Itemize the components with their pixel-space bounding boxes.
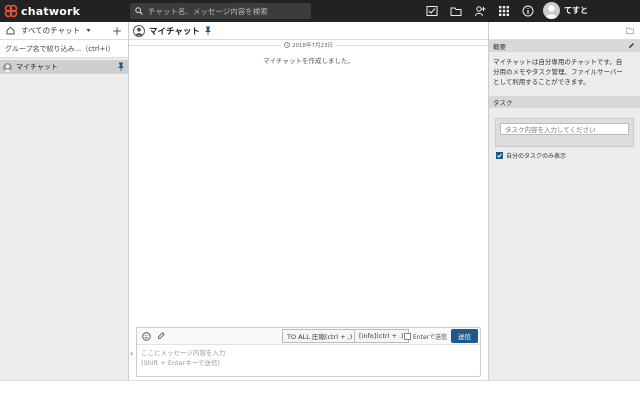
avatar bbox=[543, 2, 560, 19]
room-name: マイチャット bbox=[16, 63, 58, 71]
add-contact-icon bbox=[475, 6, 486, 17]
right-panel: 概要 マイチャットは自分専用のチャットです。自 分用のメモやタスク管理、ファイル… bbox=[488, 22, 640, 380]
apps-button[interactable] bbox=[492, 0, 516, 22]
bottom-strip bbox=[0, 380, 640, 400]
chat-avatar bbox=[133, 24, 145, 37]
chat-header: マイチャット bbox=[129, 22, 488, 40]
file-button[interactable] bbox=[444, 0, 468, 22]
task-header: タスク bbox=[489, 96, 640, 108]
apps-grid-icon bbox=[499, 6, 509, 16]
message-input[interactable]: ここにメッセージ内容を入力 (Shift + Enterキーで送信) bbox=[137, 345, 480, 371]
to-all-button[interactable]: TO ALL 圧縮(ctrl + ,) bbox=[282, 329, 358, 343]
only-my-tasks-label: 自分のタスクのみ表示 bbox=[506, 153, 567, 160]
search-placeholder: チャット名、メッセージ内容を検索 bbox=[148, 6, 268, 16]
folder-icon[interactable] bbox=[626, 27, 634, 34]
caret-down-icon bbox=[86, 29, 91, 32]
enter-to-send-label: Enterで送信 bbox=[413, 334, 448, 341]
top-icons bbox=[420, 0, 540, 22]
room-avatar bbox=[3, 62, 12, 72]
add-chat-button[interactable]: + bbox=[112, 24, 122, 38]
user-avatar-icon bbox=[545, 5, 558, 19]
chat-filter-dropdown[interactable]: すべてのチャット + bbox=[0, 22, 128, 40]
user-avatar-icon bbox=[133, 24, 145, 37]
clock-icon bbox=[284, 42, 290, 48]
contacts-button[interactable] bbox=[468, 0, 492, 22]
user-name: てすと bbox=[564, 6, 588, 15]
date-label-wrap: 2018年7月23日 bbox=[281, 41, 336, 49]
overview-line: 分用のメモやタスク管理、ファイルサーバー bbox=[493, 68, 623, 76]
info-tag-button[interactable]: [info](ctrl + .) bbox=[354, 329, 409, 343]
search-input[interactable]: チャット名、メッセージ内容を検索 bbox=[130, 3, 311, 19]
overview-text: マイチャットは自分専用のチャットです。自 分用のメモやタスク管理、ファイルサーバ… bbox=[489, 52, 640, 92]
pin-icon[interactable] bbox=[204, 26, 212, 35]
message-placeholder-line1: ここにメッセージ内容を入力 bbox=[141, 349, 226, 357]
user-avatar-icon bbox=[4, 64, 11, 72]
task-checkbox-icon bbox=[426, 6, 438, 16]
info-button[interactable] bbox=[516, 0, 540, 22]
date-divider: 2018年7月23日 bbox=[129, 41, 488, 49]
message-composer: TO ALL 圧縮(ctrl + ,) [info](ctrl + .) Ent… bbox=[136, 327, 481, 377]
collapse-sidebar-button[interactable]: ‹ bbox=[130, 349, 133, 358]
group-filter-input[interactable]: グループ名で絞り込み...（ctrl+i） bbox=[0, 40, 128, 58]
logo-text: chatwork bbox=[21, 4, 81, 18]
home-icon bbox=[6, 26, 15, 35]
sidebar-header-title: すべてのチャット bbox=[21, 26, 81, 35]
overview-header: 概要 bbox=[489, 40, 640, 52]
task-button[interactable] bbox=[420, 0, 444, 22]
info-icon bbox=[522, 5, 534, 17]
only-my-tasks-checkbox[interactable] bbox=[496, 152, 503, 159]
emoji-icon[interactable] bbox=[142, 331, 151, 341]
checkmark-icon bbox=[497, 153, 502, 158]
composer-toolbar: TO ALL 圧縮(ctrl + ,) [info](ctrl + .) Ent… bbox=[137, 328, 480, 345]
top-bar: chatwork チャット名、メッセージ内容を検索 てすと bbox=[0, 0, 640, 22]
overview-line: として利用することができます。 bbox=[493, 78, 590, 86]
logo[interactable]: chatwork bbox=[0, 0, 128, 22]
edit-pencil-icon[interactable] bbox=[628, 42, 635, 49]
sidebar-item-mychat[interactable]: マイチャット bbox=[0, 60, 128, 74]
chat-area: マイチャット 2018年7月23日 マイチャットを作成しました。 ‹ TO AL… bbox=[129, 22, 488, 380]
task-input-placeholder: タスク内容を入力してください bbox=[505, 126, 596, 134]
search-icon bbox=[135, 7, 143, 15]
chat-title: マイチャット bbox=[149, 26, 200, 37]
chatwork-logo-icon bbox=[4, 4, 18, 18]
enter-to-send-checkbox[interactable] bbox=[404, 333, 411, 340]
overview-line: マイチャットは自分専用のチャットです。自 bbox=[493, 58, 623, 66]
attachment-icon[interactable] bbox=[157, 332, 166, 341]
system-message: マイチャットを作成しました。 bbox=[263, 57, 354, 65]
overview-title: 概要 bbox=[493, 43, 506, 51]
only-my-tasks-option[interactable]: 自分のタスクのみ表示 bbox=[496, 151, 640, 160]
group-filter-placeholder: グループ名で絞り込み...（ctrl+i） bbox=[5, 44, 115, 53]
send-button[interactable]: 送信 bbox=[451, 329, 478, 343]
right-panel-top bbox=[489, 22, 640, 40]
folder-icon bbox=[450, 7, 462, 16]
sidebar: すべてのチャット + グループ名で絞り込み...（ctrl+i） マイチャット bbox=[0, 22, 129, 380]
date-label: 2018年7月23日 bbox=[292, 43, 333, 49]
task-input-box: タスク内容を入力してください bbox=[495, 118, 634, 147]
task-title: タスク bbox=[493, 99, 513, 107]
message-placeholder-line2: (Shift + Enterキーで送信) bbox=[141, 359, 220, 367]
pin-icon[interactable] bbox=[117, 62, 125, 71]
enter-to-send-option[interactable]: Enterで送信 bbox=[404, 332, 447, 341]
task-input[interactable]: タスク内容を入力してください bbox=[500, 123, 629, 135]
user-menu[interactable]: てすと bbox=[543, 2, 588, 19]
